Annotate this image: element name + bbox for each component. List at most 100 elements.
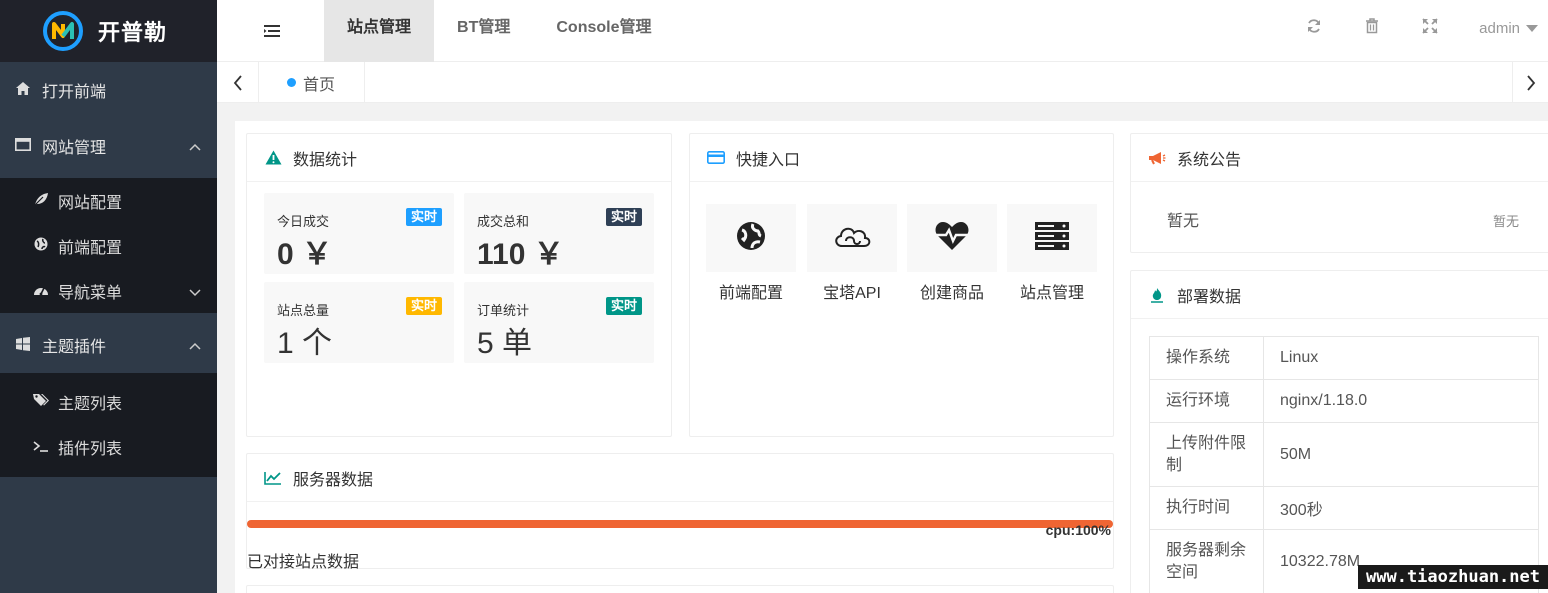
- active-dot: [287, 78, 296, 87]
- home-icon: [14, 82, 32, 98]
- realtime-badge: 实时: [605, 297, 642, 315]
- realtime-badge: 实时: [605, 208, 642, 226]
- card-title: 服务器数据: [293, 471, 374, 489]
- server-data-card: 服务器数据 cpu:100% 已对接站点数据: [246, 453, 1114, 571]
- watermark: www.tiaozhuan.net: [1358, 565, 1548, 589]
- stat-label: 站点总量: [277, 303, 330, 318]
- notice-text[interactable]: 暂无: [1167, 207, 1199, 231]
- table-key: 执行时间: [1149, 486, 1264, 530]
- table-row: 运行环境 nginx/1.18.0: [1149, 379, 1539, 423]
- line-chart-icon: [264, 471, 282, 485]
- table-value: 300秒: [1263, 486, 1539, 530]
- window-icon: [14, 138, 32, 154]
- sidebar-item-nav-menu[interactable]: 导航菜单: [0, 268, 217, 313]
- windows-icon: [14, 336, 32, 354]
- scroll-left-button[interactable]: [217, 62, 259, 103]
- chevron-right-icon: [1526, 74, 1535, 91]
- stats-card: 数据统计 今日成交 实时 0 ￥ 成交总和 实时 110 ￥ 站点总量 实时 1…: [246, 133, 672, 437]
- page-tab-bar: 首页: [217, 62, 1548, 103]
- sidebar-item-label: 网站管理: [42, 140, 107, 157]
- top-header: 站点管理 BT管理 Console管理 admin: [217, 0, 1548, 62]
- tags-icon: [32, 393, 50, 410]
- bottom-card: [246, 585, 1114, 593]
- card-title: 部署数据: [1177, 288, 1242, 306]
- quick-label: 创建商品: [919, 285, 984, 302]
- cpu-usage-label: cpu:100%: [1045, 522, 1111, 538]
- notice-meta: 暂无: [1493, 214, 1520, 229]
- table-value: Linux: [1263, 336, 1539, 380]
- refresh-icon[interactable]: [1285, 18, 1343, 39]
- caret-down-icon: [1526, 24, 1538, 32]
- sidebar-item-label: 导航菜单: [58, 284, 123, 302]
- stat-label: 订单统计: [477, 303, 530, 318]
- card-header: 系统公告: [1131, 134, 1548, 182]
- globe-icon: [736, 221, 766, 256]
- sidebar-item-plugin-list[interactable]: 插件列表: [0, 424, 217, 469]
- scroll-right-button[interactable]: [1512, 62, 1548, 103]
- sidebar-item-label: 前端配置: [58, 239, 123, 257]
- trash-icon[interactable]: [1343, 17, 1401, 39]
- sidebar-item-label: 主题插件: [42, 339, 107, 356]
- page-tab-home[interactable]: 首页: [259, 62, 365, 103]
- stat-label: 今日成交: [277, 214, 330, 229]
- server-icon: [1034, 221, 1070, 256]
- quick-entry-card: 快捷入口 前端配置 宝塔API 创建商品 站点管理: [689, 133, 1114, 437]
- quick-label: 宝塔API: [823, 285, 881, 302]
- stat-today-deals: 今日成交 实时 0 ￥: [264, 193, 454, 274]
- sidebar-item-theme-list[interactable]: 主题列表: [0, 379, 217, 424]
- deploy-table: 操作系统 Linux 运行环境 nginx/1.18.0 上传附件限制 50M …: [1149, 336, 1539, 593]
- sidebar-item-label: 插件列表: [58, 440, 123, 458]
- table-row: 操作系统 Linux: [1149, 336, 1539, 380]
- quick-bt-api[interactable]: 宝塔API: [807, 204, 897, 303]
- table-row: 上传附件限制 50M: [1149, 422, 1539, 487]
- logo[interactable]: 开普勒: [0, 0, 217, 62]
- stat-value: 110 ￥: [477, 238, 564, 271]
- terminal-icon: [32, 439, 50, 455]
- quick-frontend-config[interactable]: 前端配置: [706, 204, 796, 303]
- megaphone-icon: [1148, 151, 1166, 165]
- warning-icon: [264, 150, 282, 165]
- system-notice-card: 系统公告 暂无 暂无: [1130, 133, 1548, 253]
- cloud-icon: [832, 223, 872, 254]
- table-value: 50M: [1263, 422, 1539, 487]
- credit-card-icon: [707, 151, 725, 164]
- chevron-up-icon: [189, 138, 201, 156]
- fullscreen-icon[interactable]: [1401, 17, 1459, 39]
- table-key: 服务器剩余空间: [1149, 529, 1264, 593]
- chevron-down-icon: [189, 284, 201, 302]
- quick-create-product[interactable]: 创建商品: [907, 204, 997, 303]
- table-row: 执行时间 300秒: [1149, 486, 1539, 530]
- quick-label: 前端配置: [718, 285, 783, 302]
- table-key: 上传附件限制: [1149, 422, 1264, 487]
- card-title: 快捷入口: [736, 151, 801, 169]
- tab-bt-management[interactable]: BT管理: [434, 0, 533, 62]
- sidebar-item-label: 网站配置: [58, 194, 123, 212]
- sidebar-item-label: 主题列表: [58, 395, 123, 413]
- stat-total-deals: 成交总和 实时 110 ￥: [464, 193, 654, 274]
- table-key: 运行环境: [1149, 379, 1264, 423]
- sidebar-item-open-frontend[interactable]: 打开前端: [0, 62, 217, 118]
- card-header: 数据统计: [247, 134, 671, 182]
- sidebar-item-theme-plugins[interactable]: 主题插件: [0, 317, 217, 373]
- stat-order-count: 订单统计 实时 5 单: [464, 282, 654, 363]
- tab-console-management[interactable]: Console管理: [533, 0, 661, 62]
- sidebar-item-frontend-config[interactable]: 前端配置: [0, 223, 217, 268]
- leaf-icon: [32, 192, 50, 209]
- quick-site-management[interactable]: 站点管理: [1007, 204, 1097, 303]
- tab-site-management[interactable]: 站点管理: [324, 0, 435, 62]
- sidebar-item-site-config[interactable]: 网站配置: [0, 178, 217, 223]
- brand-name: 开普勒: [98, 21, 168, 46]
- stat-value: 1 个: [277, 327, 333, 360]
- card-title: 系统公告: [1177, 151, 1242, 169]
- menu-toggle-icon[interactable]: [261, 20, 283, 42]
- logo-icon: [42, 10, 84, 52]
- top-tabs: 站点管理 BT管理 Console管理: [324, 0, 661, 62]
- cpu-progress-bar: [247, 520, 1113, 528]
- sidebar-item-site-management[interactable]: 网站管理: [0, 118, 217, 174]
- stat-value: 5 单: [477, 327, 533, 360]
- fire-icon: [1148, 287, 1166, 303]
- card-header: 服务器数据: [247, 454, 1113, 502]
- server-note: 已对接站点数据: [247, 554, 360, 571]
- user-menu[interactable]: admin: [1459, 20, 1548, 37]
- realtime-badge: 实时: [405, 297, 442, 315]
